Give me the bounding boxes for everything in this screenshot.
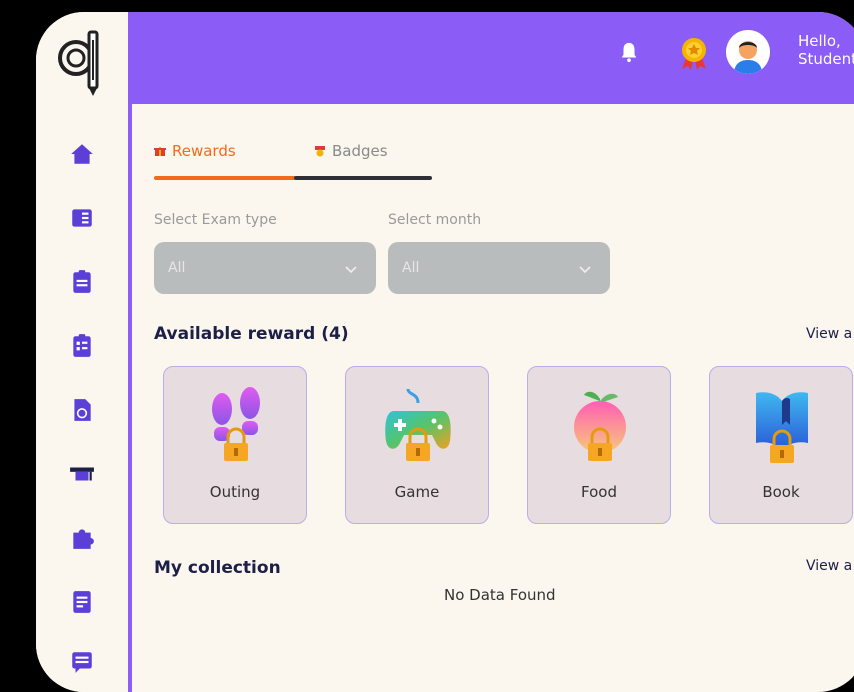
home-icon[interactable]: [68, 140, 96, 168]
reward-card-label: Game: [394, 483, 440, 501]
greeting: Hello, Student: [798, 32, 854, 68]
clipboard-icon[interactable]: [68, 268, 96, 296]
exam-type-label: Select Exam type: [154, 212, 277, 228]
avatar[interactable]: [726, 30, 770, 74]
reward-card-food[interactable]: Food: [527, 366, 671, 524]
exam-type-select[interactable]: All: [154, 242, 376, 294]
reward-card-outing[interactable]: Outing: [163, 366, 307, 524]
month-label: Select month: [388, 212, 482, 228]
fruit-locked-icon: [574, 391, 626, 461]
puzzle-icon[interactable]: [68, 524, 96, 552]
medal-icon[interactable]: [678, 36, 710, 70]
footprints-locked-icon: [212, 387, 260, 461]
bell-icon[interactable]: [618, 40, 640, 64]
sidebar-divider: [128, 12, 132, 692]
gamepad-locked-icon: [385, 388, 451, 461]
book-locked-icon: [756, 392, 808, 463]
tab-rewards-underline: [154, 176, 296, 180]
chevron-down-icon: [345, 266, 357, 274]
my-collection-view-all[interactable]: View a: [806, 558, 852, 574]
reward-card-label: Food: [581, 483, 617, 501]
chevron-down-icon: [579, 266, 591, 274]
sidebar: [36, 12, 128, 692]
greeting-line2: Student: [798, 50, 854, 68]
top-header: Hello, Student: [132, 12, 854, 104]
document-icon[interactable]: [68, 396, 96, 424]
greeting-line1: Hello,: [798, 32, 841, 50]
month-value: All: [402, 260, 420, 276]
reward-card-label: Outing: [209, 483, 261, 501]
notes-icon[interactable]: [68, 588, 96, 616]
graduation-cap-icon[interactable]: [68, 460, 96, 488]
exam-type-value: All: [168, 260, 186, 276]
gift-icon: [154, 147, 166, 156]
app-frame: Hello, Student Rewards Badges Select Exa…: [36, 12, 854, 692]
available-reward-title: Available reward (4): [154, 324, 349, 344]
book-icon[interactable]: [68, 204, 96, 232]
app-logo[interactable]: [56, 22, 104, 98]
my-collection-title: My collection: [154, 558, 281, 578]
reward-card-game[interactable]: Game: [345, 366, 489, 524]
empty-state-text: No Data Found: [444, 586, 556, 604]
tab-rewards-label: Rewards: [172, 142, 236, 160]
tab-badges-underline: [294, 176, 432, 180]
clipboard-list-icon[interactable]: [68, 332, 96, 360]
tab-rewards[interactable]: Rewards: [154, 142, 236, 160]
badge-icon: [315, 146, 325, 157]
reward-card-label: Book: [762, 483, 800, 501]
reward-card-book[interactable]: Book: [709, 366, 853, 524]
available-reward-view-all[interactable]: View a: [806, 326, 852, 342]
chat-icon[interactable]: [68, 648, 96, 676]
month-select[interactable]: All: [388, 242, 610, 294]
tab-badges[interactable]: Badges: [314, 142, 388, 160]
tab-badges-label: Badges: [332, 142, 388, 160]
